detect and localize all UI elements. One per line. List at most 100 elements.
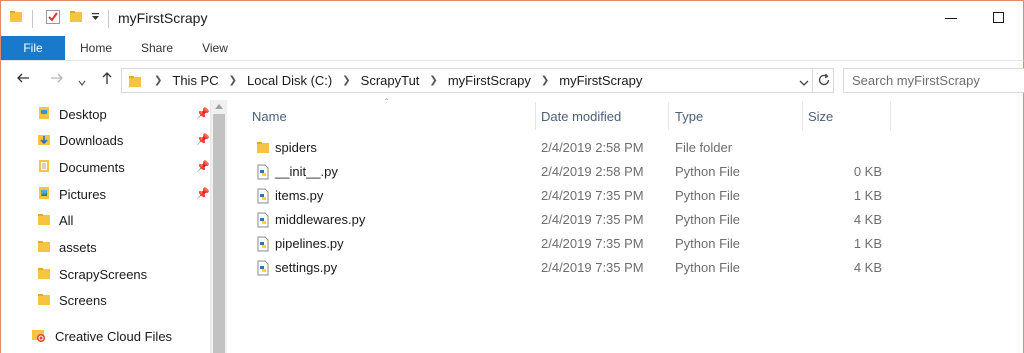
properties-check-icon[interactable] bbox=[45, 9, 61, 25]
search-box bbox=[843, 68, 1024, 93]
python-file-icon bbox=[256, 164, 270, 183]
tab-home[interactable]: Home bbox=[71, 36, 121, 60]
folder-icon bbox=[37, 266, 51, 283]
chevron-down-icon[interactable] bbox=[799, 76, 809, 91]
navigation-pane: Desktop 📌 Downloads 📌 Documents 📌 Pictur… bbox=[0, 100, 212, 353]
recent-locations-icon[interactable] bbox=[78, 74, 86, 92]
file-name: settings.py bbox=[275, 260, 338, 275]
list-item[interactable]: settings.py 2/4/2019 7:35 PM Python File… bbox=[248, 256, 898, 280]
file-date: 2/4/2019 2:58 PM bbox=[541, 140, 644, 155]
back-arrow-icon[interactable] bbox=[16, 71, 30, 90]
tab-share[interactable]: Share bbox=[134, 36, 180, 60]
sidebar-item-scrapyscreens[interactable]: ScrapyScreens bbox=[37, 263, 147, 285]
file-type: Python File bbox=[675, 164, 741, 179]
sidebar-item-downloads[interactable]: Downloads bbox=[37, 129, 123, 151]
documents-folder-icon bbox=[37, 159, 51, 176]
tab-file[interactable]: File bbox=[1, 36, 65, 60]
sidebar-scrollbar[interactable] bbox=[210, 100, 227, 353]
python-file-icon bbox=[256, 236, 270, 255]
folder-icon bbox=[37, 292, 51, 309]
sidebar-item-all[interactable]: All bbox=[37, 209, 73, 231]
python-file-icon bbox=[256, 260, 270, 279]
column-divider[interactable] bbox=[668, 102, 669, 130]
new-folder-icon[interactable] bbox=[69, 9, 83, 23]
python-file-icon bbox=[256, 212, 270, 231]
file-date: 2/4/2019 7:35 PM bbox=[541, 260, 644, 275]
column-header-date-modified[interactable]: Date modified bbox=[541, 104, 621, 130]
pin-icon[interactable]: 📌 bbox=[196, 107, 210, 120]
list-item[interactable]: items.py 2/4/2019 7:35 PM Python File 1 … bbox=[248, 184, 898, 208]
file-date: 2/4/2019 7:35 PM bbox=[541, 212, 644, 227]
breadcrumb-this-pc[interactable]: This PC bbox=[170, 73, 220, 88]
breadcrumb-myfirstscrapy-parent[interactable]: myFirstScrapy bbox=[446, 73, 533, 88]
scrollbar-thumb[interactable] bbox=[213, 114, 225, 353]
sort-ascending-icon: ˆ bbox=[385, 98, 389, 109]
file-date: 2/4/2019 7:35 PM bbox=[541, 188, 644, 203]
column-divider[interactable] bbox=[535, 102, 536, 130]
list-item[interactable]: spiders 2/4/2019 2:58 PM File folder bbox=[248, 136, 898, 160]
folder-icon bbox=[37, 212, 51, 229]
maximize-icon[interactable] bbox=[992, 11, 1006, 25]
forward-arrow-icon[interactable] bbox=[50, 71, 64, 90]
file-size: 4 KB bbox=[853, 212, 882, 227]
chevron-right-icon[interactable]: ❯ bbox=[146, 75, 170, 86]
python-file-icon bbox=[256, 188, 270, 207]
breadcrumb: ❯ This PC ❯ Local Disk (C:) ❯ ScrapyTut … bbox=[122, 69, 644, 92]
sidebar-item-pictures[interactable]: Pictures bbox=[37, 183, 106, 205]
pin-icon[interactable]: 📌 bbox=[196, 187, 210, 200]
file-name: middlewares.py bbox=[275, 212, 366, 227]
chevron-right-icon[interactable]: ❯ bbox=[533, 75, 557, 86]
sidebar-item-desktop[interactable]: Desktop bbox=[37, 103, 107, 125]
column-header-size[interactable]: Size bbox=[808, 104, 833, 130]
search-input[interactable] bbox=[844, 69, 1014, 92]
folder-icon[interactable] bbox=[9, 9, 23, 23]
customize-dropdown-icon[interactable] bbox=[91, 12, 100, 21]
up-arrow-icon[interactable] bbox=[100, 71, 114, 90]
file-size: 1 KB bbox=[853, 188, 882, 203]
file-size: 1 KB bbox=[853, 236, 882, 251]
refresh-icon[interactable] bbox=[817, 73, 831, 90]
chevron-right-icon[interactable]: ❯ bbox=[421, 75, 445, 86]
sidebar-item-label: Downloads bbox=[59, 132, 124, 148]
list-item[interactable]: __init__.py 2/4/2019 2:58 PM Python File… bbox=[248, 160, 898, 184]
column-divider[interactable] bbox=[802, 102, 803, 130]
ribbon-tabs: File Home Share View bbox=[0, 36, 1024, 60]
file-type: Python File bbox=[675, 236, 741, 251]
file-type: File folder bbox=[675, 140, 733, 155]
tab-view[interactable]: View bbox=[194, 36, 236, 60]
sidebar-item-label: assets bbox=[59, 239, 97, 255]
sidebar-item-creative-cloud-files[interactable]: Creative Cloud Files bbox=[31, 325, 172, 347]
file-type: Python File bbox=[675, 260, 741, 275]
sidebar-item-documents[interactable]: Documents bbox=[37, 156, 125, 178]
address-bar[interactable]: ❯ This PC ❯ Local Disk (C:) ❯ ScrapyTut … bbox=[121, 68, 834, 93]
sidebar-item-label: Creative Cloud Files bbox=[55, 328, 173, 344]
sidebar-item-label: ScrapyScreens bbox=[59, 266, 148, 282]
folder-icon bbox=[122, 74, 146, 88]
sidebar-item-label: Screens bbox=[59, 292, 107, 308]
column-divider[interactable] bbox=[890, 102, 891, 130]
list-item[interactable]: pipelines.py 2/4/2019 7:35 PM Python Fil… bbox=[248, 232, 898, 256]
column-header-type[interactable]: Type bbox=[675, 104, 703, 130]
chevron-right-icon[interactable]: ❯ bbox=[334, 75, 358, 86]
chevron-right-icon[interactable]: ❯ bbox=[221, 75, 245, 86]
scroll-up-icon[interactable] bbox=[215, 104, 223, 109]
address-divider bbox=[812, 69, 813, 92]
sidebar-item-label: Pictures bbox=[59, 186, 106, 202]
sidebar-item-assets[interactable]: assets bbox=[37, 236, 97, 258]
navigation-bar: ❯ This PC ❯ Local Disk (C:) ❯ ScrapyTut … bbox=[0, 60, 1024, 100]
file-name: pipelines.py bbox=[275, 236, 344, 251]
column-header-name[interactable]: Name bbox=[252, 104, 287, 130]
minimize-icon[interactable] bbox=[944, 11, 958, 25]
breadcrumb-scrapytut[interactable]: ScrapyTut bbox=[359, 73, 422, 88]
desktop-folder-icon bbox=[37, 106, 51, 123]
pin-icon[interactable]: 📌 bbox=[196, 133, 210, 146]
file-name: items.py bbox=[275, 188, 324, 203]
toolbar-separator bbox=[108, 10, 109, 28]
breadcrumb-local-disk[interactable]: Local Disk (C:) bbox=[245, 73, 334, 88]
sidebar-item-screens[interactable]: Screens bbox=[37, 289, 107, 311]
breadcrumb-myfirstscrapy-current[interactable]: myFirstScrapy bbox=[557, 73, 644, 88]
list-item[interactable]: middlewares.py 2/4/2019 7:35 PM Python F… bbox=[248, 208, 898, 232]
pin-icon[interactable]: 📌 bbox=[196, 160, 210, 173]
creative-cloud-icon bbox=[31, 327, 47, 346]
window-title: myFirstScrapy bbox=[118, 10, 208, 26]
